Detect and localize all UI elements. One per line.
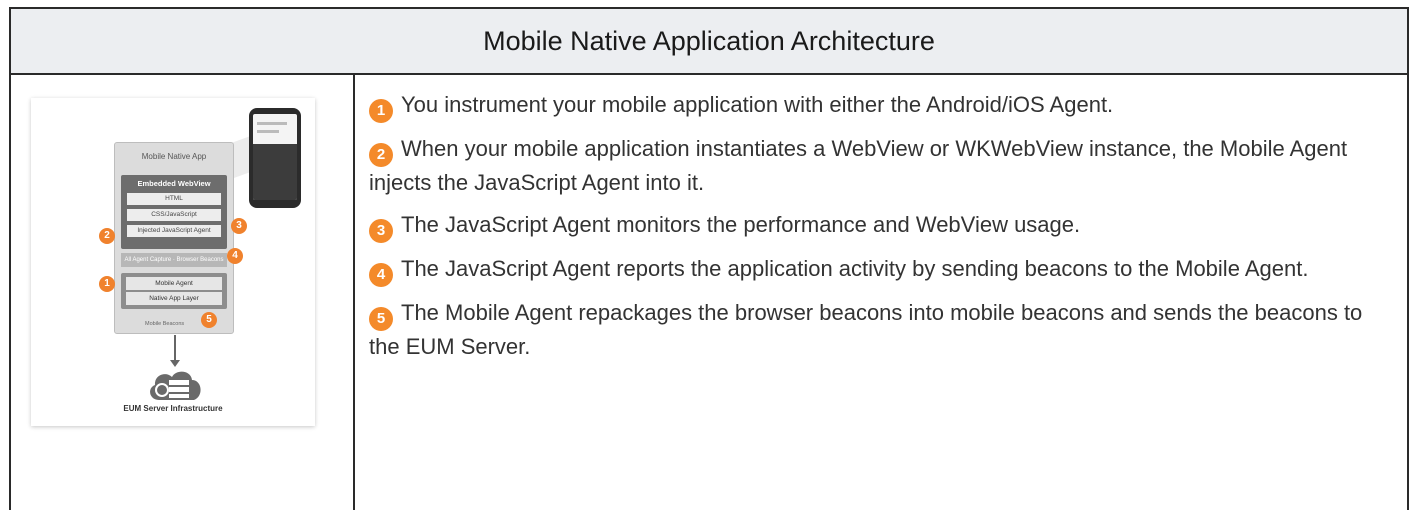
arrow-label: Mobile Beacons bbox=[145, 321, 185, 327]
steps-list: 1 You instrument your mobile application … bbox=[369, 89, 1395, 363]
step-text: The JavaScript Agent reports the applica… bbox=[401, 256, 1309, 281]
phone-device bbox=[249, 108, 301, 208]
table-header: Mobile Native Application Architecture bbox=[11, 7, 1407, 75]
table-body: Mobile Native App Embedded WebView HTML … bbox=[11, 75, 1407, 510]
marker-2: 2 bbox=[99, 228, 115, 244]
marker-1: 1 bbox=[99, 276, 115, 292]
screen-line bbox=[257, 122, 287, 125]
webview-row-injected-agent: Injected JavaScript Agent bbox=[127, 225, 221, 237]
step-number-badge: 2 bbox=[369, 143, 393, 167]
architecture-table: Mobile Native Application Architecture M… bbox=[9, 7, 1409, 510]
webview-row-css-js: CSS/JavaScript bbox=[127, 209, 221, 221]
step-number-badge: 3 bbox=[369, 219, 393, 243]
screen-line bbox=[257, 130, 279, 133]
marker-5: 5 bbox=[201, 312, 217, 328]
marker-3: 3 bbox=[231, 218, 247, 234]
step-number-badge: 5 bbox=[369, 307, 393, 331]
architecture-diagram: Mobile Native App Embedded WebView HTML … bbox=[31, 98, 315, 426]
page-title: Mobile Native Application Architecture bbox=[483, 25, 935, 56]
list-item: 3 The JavaScript Agent monitors the perfo… bbox=[369, 209, 1395, 243]
agent-row-native-layer: Native App Layer bbox=[126, 292, 222, 305]
eum-server-label: EUM Server Infrastructure bbox=[123, 404, 223, 413]
cloud-server-icon bbox=[150, 371, 201, 400]
webview-title: Embedded WebView bbox=[137, 179, 211, 188]
marker-4: 4 bbox=[227, 248, 243, 264]
step-number-badge: 1 bbox=[369, 99, 393, 123]
column-divider bbox=[353, 75, 355, 510]
list-item: 1 You instrument your mobile application … bbox=[369, 89, 1395, 123]
beacon-arrow bbox=[174, 335, 176, 363]
screen-dark-area bbox=[253, 144, 297, 200]
mobile-native-app-box: Mobile Native App Embedded WebView HTML … bbox=[114, 142, 234, 334]
step-number-badge: 4 bbox=[369, 263, 393, 287]
step-text: The JavaScript Agent monitors the perfor… bbox=[401, 212, 1081, 237]
step-text: You instrument your mobile application w… bbox=[401, 92, 1114, 117]
step-text: The Mobile Agent repackages the browser … bbox=[369, 300, 1363, 359]
app-title: Mobile Native App bbox=[141, 152, 207, 161]
step-text: When your mobile application instantiate… bbox=[369, 136, 1348, 195]
webview-row-html: HTML bbox=[127, 193, 221, 205]
embedded-webview-box: Embedded WebView HTML CSS/JavaScript Inj… bbox=[121, 175, 227, 249]
list-item: 5 The Mobile Agent repackages the browser… bbox=[369, 297, 1395, 363]
agent-box: Mobile Agent Native App Layer bbox=[121, 273, 227, 309]
agent-row-mobile-agent: Mobile Agent bbox=[126, 277, 222, 290]
list-item: 4 The JavaScript Agent reports the applic… bbox=[369, 253, 1395, 287]
phone-screen bbox=[253, 114, 297, 200]
list-item: 2 When your mobile application instantiat… bbox=[369, 133, 1395, 199]
capture-bar: All Agent Capture · Browser Beacons bbox=[121, 253, 227, 267]
